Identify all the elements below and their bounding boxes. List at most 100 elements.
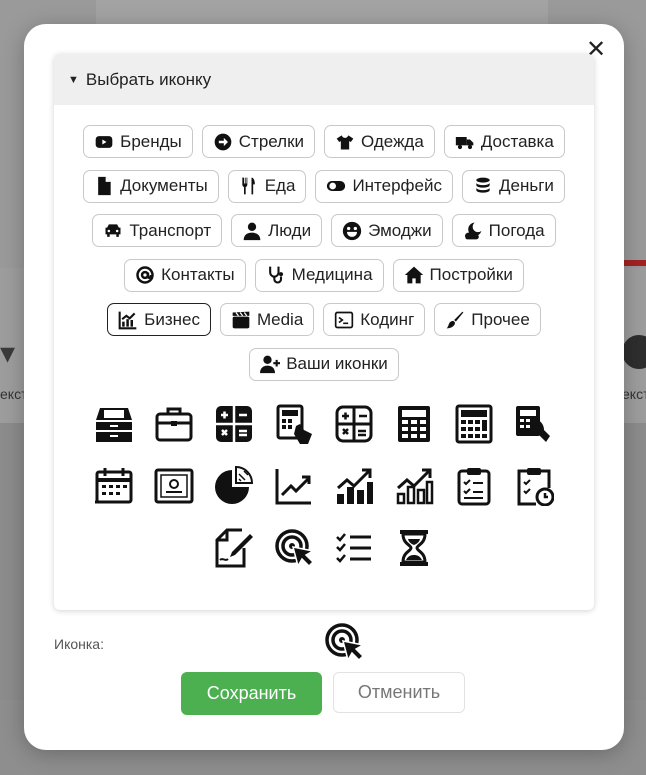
brush-icon	[445, 310, 465, 330]
user-icon	[242, 221, 262, 241]
category-label: Деньги	[499, 176, 554, 195]
category-button[interactable]: Интерфейс	[315, 169, 453, 203]
icon-grid-row	[54, 465, 594, 507]
category-list: Бренды Стрелки Одежда Доставка Документы Еда И…	[54, 125, 594, 392]
category-label: Транспорт	[129, 220, 212, 240]
category-button[interactable]: Ваши иконки	[249, 347, 399, 381]
category-button[interactable]: Еда	[227, 169, 307, 203]
category-button[interactable]: Эмоджи	[331, 214, 443, 247]
icon-picker: ▼ Выбрать иконку Бренды Стрелки Одежда Дост…	[54, 54, 594, 610]
cancel-button[interactable]: Отменить	[333, 672, 465, 713]
icon-grid	[54, 404, 594, 590]
clipboard-clock-icon[interactable]	[514, 466, 555, 507]
file-icon	[94, 176, 114, 196]
category-label: Кодинг	[360, 309, 415, 329]
stethoscope-icon	[266, 265, 286, 285]
category-row: Контакты Медицина Постройки	[54, 258, 594, 292]
category-button[interactable]: Бренды	[83, 125, 193, 158]
calendar-icon[interactable]	[94, 466, 134, 506]
smile-icon	[342, 221, 362, 241]
icon-modal: ✕ ▼ Выбрать иконку Бренды Стрелки Одежда До…	[24, 24, 624, 750]
list-check-icon[interactable]	[334, 528, 374, 568]
bar-chart-outline-icon[interactable]	[394, 466, 434, 506]
terminal-icon	[334, 310, 354, 330]
category-button[interactable]: Доставка	[443, 125, 565, 158]
category-label: Бренды	[120, 131, 182, 151]
category-label: Люди	[268, 220, 312, 240]
bar-chart-growth-icon[interactable]	[334, 466, 374, 506]
utensils-icon	[239, 176, 259, 196]
map-pin-icon: ▾	[0, 337, 16, 370]
category-button[interactable]: Кодинг	[323, 303, 426, 336]
calculator-keypad-icon[interactable]	[394, 404, 434, 444]
category-label: Погода	[488, 220, 545, 240]
pie-chart-icon[interactable]	[214, 465, 254, 506]
icon-field-label: Иконка:	[54, 636, 104, 652]
target-cursor-icon	[324, 622, 366, 667]
category-label: Ваши иконки	[286, 354, 388, 373]
youtube-icon	[94, 132, 114, 152]
save-button[interactable]: Сохранить	[181, 672, 322, 715]
calculator-hand-icon[interactable]	[274, 404, 314, 444]
clipboard-check-icon[interactable]	[454, 466, 494, 506]
cloud-moon-icon	[463, 221, 483, 241]
truck-icon	[455, 132, 475, 152]
line-chart-icon[interactable]	[274, 466, 314, 506]
category-label: Эмоджи	[368, 220, 432, 240]
category-button[interactable]: Транспорт	[92, 214, 223, 247]
calculator-outline-icon[interactable]	[334, 404, 374, 444]
icon-grid-row	[54, 404, 594, 444]
background-accent	[624, 260, 646, 266]
category-label: Медицина	[291, 265, 373, 284]
category-label: Бизнес	[144, 309, 200, 329]
user-plus-icon	[260, 354, 281, 374]
hourglass-icon[interactable]	[394, 528, 434, 568]
category-button[interactable]: Медицина	[254, 258, 384, 292]
category-button[interactable]: Постройки	[392, 258, 524, 292]
background-text: екст	[622, 386, 646, 402]
category-button[interactable]: Люди	[231, 214, 323, 247]
category-label: Доставка	[480, 131, 554, 151]
calculator-grid-icon[interactable]	[454, 404, 494, 444]
category-label: Одежда	[361, 131, 424, 151]
calculator-touch-icon[interactable]	[514, 404, 554, 444]
category-button[interactable]: Деньги	[462, 169, 565, 203]
signature-icon[interactable]	[214, 528, 254, 568]
tshirt-icon	[335, 132, 355, 152]
category-button[interactable]: Документы	[83, 169, 219, 203]
category-row: Бренды Стрелки Одежда Доставка	[54, 125, 594, 158]
house-icon	[404, 265, 424, 285]
arrow-circle-icon	[213, 132, 233, 152]
category-row: Документы Еда Интерфейс Деньги	[54, 169, 594, 203]
category-label: Прочее	[471, 309, 530, 329]
category-label: Контакты	[161, 265, 235, 284]
clapperboard-icon	[231, 310, 251, 330]
category-button[interactable]: Бизнес	[107, 303, 211, 336]
category-label: Документы	[120, 176, 208, 195]
category-label: Стрелки	[238, 131, 305, 151]
coins-icon	[473, 176, 493, 196]
briefcase-icon[interactable]	[154, 404, 194, 444]
at-icon	[135, 265, 155, 285]
category-button[interactable]: Контакты	[124, 258, 246, 292]
picker-summary[interactable]: ▼ Выбрать иконку	[54, 54, 594, 105]
category-label: Media	[256, 309, 304, 329]
target-cursor-icon[interactable]	[274, 528, 316, 568]
toggle-icon	[326, 176, 346, 196]
calculator-icon[interactable]	[214, 404, 254, 444]
certificate-icon[interactable]	[154, 466, 194, 506]
inbox-tray-icon[interactable]	[94, 404, 134, 444]
chart-line-icon	[118, 310, 138, 330]
category-button[interactable]: Погода	[451, 214, 556, 247]
picker-summary-label: Выбрать иконку	[85, 69, 212, 89]
category-label: Еда	[264, 176, 296, 195]
category-button[interactable]: Стрелки	[201, 125, 316, 158]
caret-down-icon: ▼	[68, 73, 79, 86]
category-button[interactable]: Media	[219, 303, 315, 336]
category-row: Ваши иконки	[54, 347, 594, 381]
category-row: Транспорт Люди Эмоджи Погода	[54, 214, 594, 247]
icon-grid-row	[54, 528, 594, 568]
category-label: Постройки	[429, 265, 513, 284]
category-button[interactable]: Одежда	[324, 125, 435, 158]
category-button[interactable]: Прочее	[434, 303, 541, 336]
